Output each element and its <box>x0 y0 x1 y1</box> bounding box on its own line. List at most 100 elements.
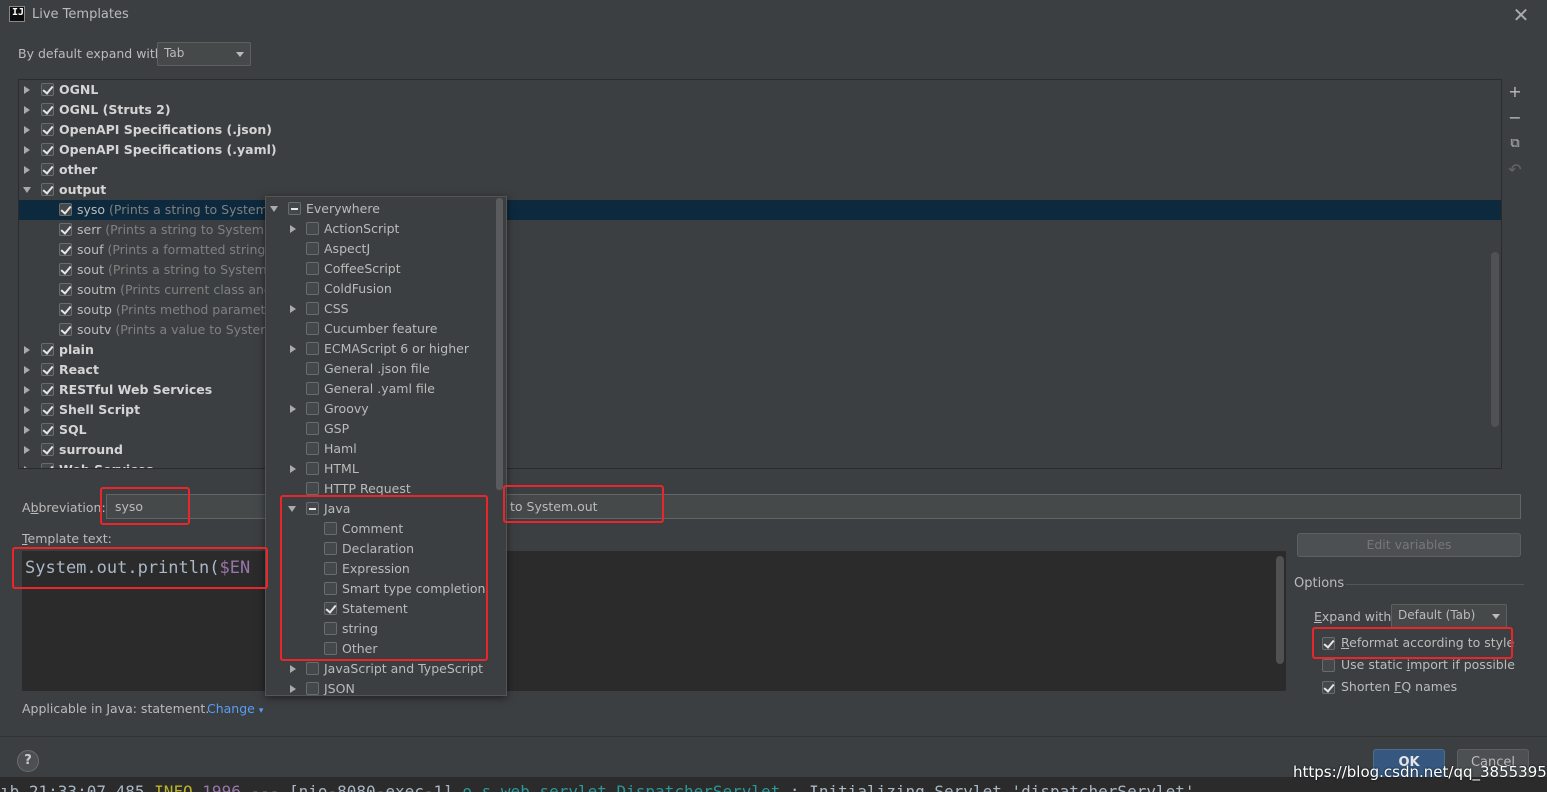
context-checkbox[interactable] <box>324 522 337 535</box>
template-row[interactable]: serr (Prints a string to System.err <box>19 220 1501 240</box>
template-group-row[interactable]: OGNL <box>19 80 1501 100</box>
context-checkbox[interactable] <box>306 302 319 315</box>
template-group-row[interactable]: Shell Script <box>19 400 1501 420</box>
context-checkbox[interactable] <box>324 602 337 615</box>
template-group-row[interactable]: RESTful Web Services <box>19 380 1501 400</box>
template-checkbox[interactable] <box>41 423 54 436</box>
context-row[interactable]: ActionScript <box>266 219 496 239</box>
expand-down-icon[interactable] <box>270 206 278 212</box>
template-group-row[interactable]: surround <box>19 440 1501 460</box>
context-row[interactable]: General .json file <box>266 359 496 379</box>
expand-right-icon[interactable] <box>290 665 296 673</box>
template-checkbox[interactable] <box>41 83 54 96</box>
context-checkbox[interactable] <box>306 422 319 435</box>
template-group-row[interactable]: plain <box>19 340 1501 360</box>
static-import-checkbox[interactable] <box>1322 659 1335 672</box>
expand-right-icon[interactable] <box>290 345 296 353</box>
context-row[interactable]: JavaScript and TypeScript <box>266 659 496 679</box>
context-row[interactable]: ECMAScript 6 or higher <box>266 339 496 359</box>
context-row[interactable]: JSON <box>266 679 496 695</box>
context-checkbox[interactable] <box>324 622 337 635</box>
shorten-fq-option[interactable]: Shorten FQ names <box>1320 678 1520 698</box>
template-row[interactable]: souf (Prints a formatted string to <box>19 240 1501 260</box>
expand-right-icon[interactable] <box>290 465 296 473</box>
template-row[interactable]: soutp (Prints method parameter <box>19 300 1501 320</box>
expand-right-icon[interactable] <box>24 446 30 454</box>
template-checkbox[interactable] <box>41 403 54 416</box>
context-row[interactable]: CoffeeScript <box>266 259 496 279</box>
context-row[interactable]: string <box>266 619 496 639</box>
expand-right-icon[interactable] <box>24 146 30 154</box>
template-checkbox[interactable] <box>59 263 72 276</box>
expand-down-icon[interactable] <box>23 187 31 193</box>
context-row[interactable]: Groovy <box>266 399 496 419</box>
expand-down-icon[interactable] <box>288 506 296 512</box>
template-checkbox[interactable] <box>41 143 54 156</box>
context-row[interactable]: Other <box>266 639 496 659</box>
context-checkbox[interactable] <box>306 242 319 255</box>
template-checkbox[interactable] <box>41 383 54 396</box>
expand-right-icon[interactable] <box>24 166 30 174</box>
expand-right-icon[interactable] <box>24 426 30 434</box>
expand-right-icon[interactable] <box>290 405 296 413</box>
template-row[interactable]: soutm (Prints current class and m <box>19 280 1501 300</box>
context-row[interactable]: GSP <box>266 419 496 439</box>
template-group-row[interactable]: SQL <box>19 420 1501 440</box>
template-group-row[interactable]: OpenAPI Specifications (.yaml) <box>19 140 1501 160</box>
context-row[interactable]: Smart type completion <box>266 579 496 599</box>
reformat-checkbox[interactable] <box>1322 637 1335 650</box>
context-checkbox[interactable] <box>324 542 337 555</box>
expand-right-icon[interactable] <box>24 366 30 374</box>
context-row[interactable]: Statement <box>266 599 496 619</box>
context-row[interactable]: Everywhere <box>266 199 496 219</box>
context-checkbox[interactable] <box>324 642 337 655</box>
context-checkbox[interactable] <box>306 262 319 275</box>
expand-with-combo[interactable]: Default (Tab) <box>1391 604 1507 628</box>
context-checkbox[interactable] <box>306 442 319 455</box>
template-checkbox[interactable] <box>41 183 54 196</box>
template-checkbox[interactable] <box>41 163 54 176</box>
context-checkbox[interactable] <box>306 362 319 375</box>
context-checkbox[interactable] <box>306 682 319 695</box>
edit-variables-button[interactable]: Edit variables <box>1297 533 1521 557</box>
template-checkbox[interactable] <box>59 243 72 256</box>
context-checkbox[interactable] <box>306 382 319 395</box>
context-checkbox[interactable] <box>306 482 319 495</box>
context-row[interactable]: CSS <box>266 299 496 319</box>
template-checkbox[interactable] <box>59 283 72 296</box>
template-checkbox[interactable] <box>59 303 72 316</box>
template-checkbox[interactable] <box>59 323 72 336</box>
tree-scrollbar[interactable] <box>1491 252 1499 427</box>
context-checkbox[interactable] <box>306 662 319 675</box>
context-checkbox[interactable] <box>306 282 319 295</box>
popup-scrollbar[interactable] <box>496 198 503 490</box>
expand-right-icon[interactable] <box>290 685 296 693</box>
context-row[interactable]: HTTP Request <box>266 479 496 499</box>
shorten-fq-checkbox[interactable] <box>1322 681 1335 694</box>
context-row[interactable]: Comment <box>266 519 496 539</box>
template-group-row[interactable]: React <box>19 360 1501 380</box>
context-checkbox[interactable] <box>306 462 319 475</box>
context-row[interactable]: HTML <box>266 459 496 479</box>
template-checkbox[interactable] <box>41 463 54 468</box>
template-group-row[interactable]: output <box>19 180 1501 200</box>
expand-default-combo[interactable]: Tab <box>157 42 251 66</box>
context-checkbox[interactable] <box>306 402 319 415</box>
context-checkbox[interactable] <box>324 562 337 575</box>
template-group-row[interactable]: OGNL (Struts 2) <box>19 100 1501 120</box>
context-row[interactable]: General .yaml file <box>266 379 496 399</box>
template-checkbox[interactable] <box>41 343 54 356</box>
template-row[interactable]: soutv (Prints a value to System.o <box>19 320 1501 340</box>
context-row[interactable]: Declaration <box>266 539 496 559</box>
context-checkbox[interactable] <box>306 322 319 335</box>
expand-right-icon[interactable] <box>24 106 30 114</box>
template-checkbox[interactable] <box>59 203 72 216</box>
help-icon[interactable]: ? <box>17 750 39 772</box>
template-checkbox[interactable] <box>41 103 54 116</box>
template-checkbox[interactable] <box>59 223 72 236</box>
context-checkbox[interactable] <box>306 342 319 355</box>
template-group-row[interactable]: OpenAPI Specifications (.json) <box>19 120 1501 140</box>
template-row[interactable]: syso (Prints a string to System.ou <box>19 200 1501 220</box>
context-chooser-popup[interactable]: Everywhere ActionScript AspectJ CoffeeScrip… <box>265 196 507 696</box>
close-icon[interactable]: ✕ <box>1511 3 1531 27</box>
